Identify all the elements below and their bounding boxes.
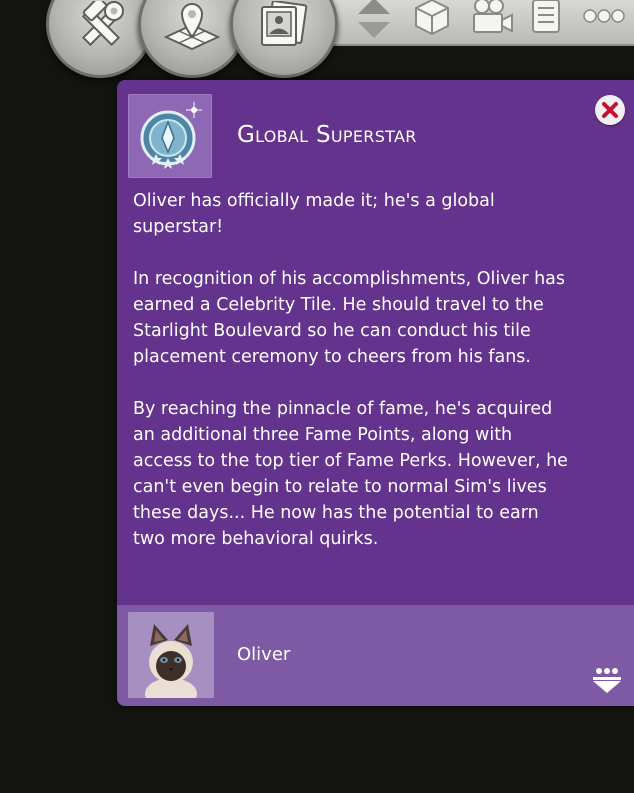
message-paragraph: By reaching the pinnacle of fame, he's a… [133, 399, 568, 549]
map-pin-icon [163, 3, 221, 51]
message-paragraph: Oliver has officially made it; he's a gl… [133, 191, 495, 237]
up-down-arrows-icon[interactable] [352, 0, 396, 42]
notification-message: Oliver has officially made it; he's a gl… [133, 188, 573, 578]
close-button[interactable] [595, 95, 625, 125]
manage-worlds-button[interactable] [138, 0, 246, 78]
sim-row[interactable]: Oliver [117, 605, 634, 706]
siamese-cat-portrait [128, 612, 214, 698]
close-icon [602, 102, 618, 118]
camera-tool-strip [300, 0, 634, 46]
camera-icon[interactable] [468, 0, 514, 38]
cube-icon[interactable] [410, 0, 454, 38]
more-dots-icon[interactable] [580, 0, 630, 38]
more-options-button[interactable] [587, 663, 627, 699]
notification-panel: Global Superstar Oliver has officially m… [117, 80, 634, 706]
superstar-badge [128, 94, 212, 178]
top-toolbar [0, 0, 634, 80]
notification-title: Global Superstar [237, 122, 417, 148]
build-tools-button[interactable] [46, 0, 154, 78]
sim-portrait[interactable] [128, 612, 214, 698]
sim-name: Oliver [237, 644, 291, 665]
more-options-icon [593, 668, 621, 693]
list-icon[interactable] [528, 0, 564, 38]
hammer-wrench-icon [81, 1, 124, 47]
superstar-badge-icon [140, 102, 202, 169]
message-paragraph: In recognition of his accomplishments, O… [133, 269, 566, 367]
photo-icon [261, 1, 308, 46]
gallery-button[interactable] [230, 0, 338, 78]
